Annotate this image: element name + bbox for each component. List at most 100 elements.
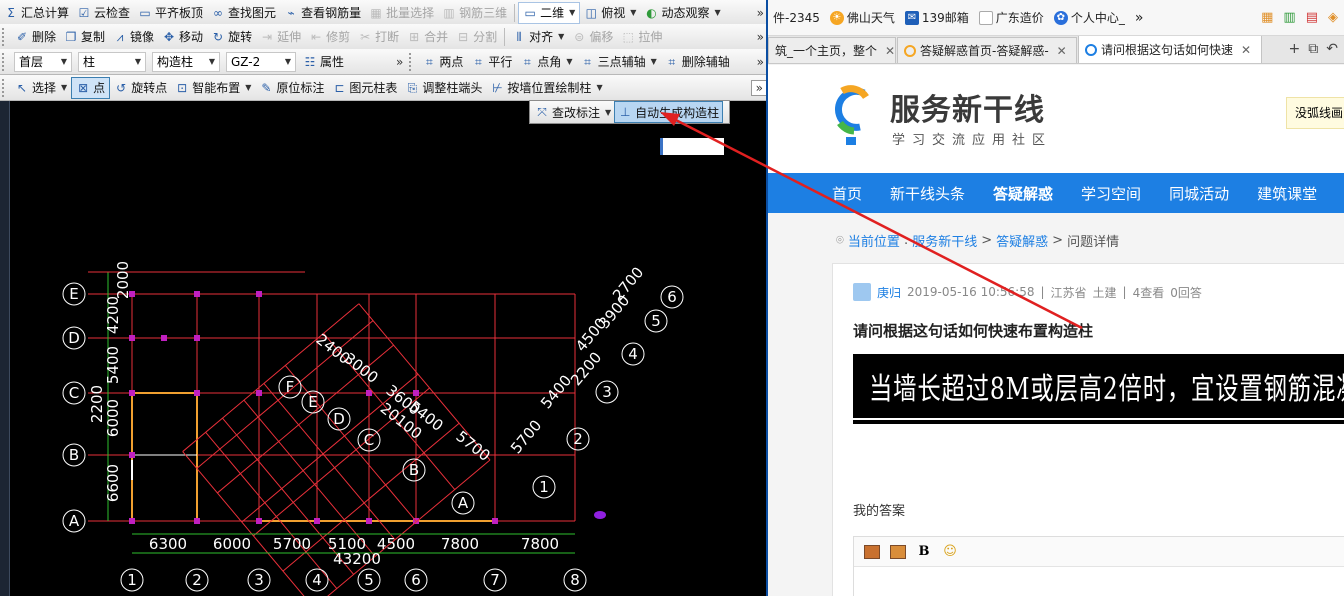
close-icon[interactable]: ✕ [1057,44,1067,58]
column-table-button[interactable]: ⊏ 图元柱表 [328,77,401,99]
delete-button[interactable]: ✐ 删除 [11,26,60,48]
apps-icon[interactable]: ▦ [1261,10,1273,25]
extend-button[interactable]: ⇥ 延伸 [256,26,305,48]
emoji-icon[interactable]: ☺ [942,544,958,559]
toolbar-grip[interactable] [409,52,415,71]
extension-icon[interactable]: ◈ [1328,10,1338,25]
bold-icon[interactable]: B [916,544,932,559]
three-point-axis-dropdown[interactable]: ⌗ 三点辅轴 ▼ [577,51,661,73]
toolbar-grip[interactable] [2,27,8,46]
chevron-down-icon: ▼ [566,57,573,66]
stretch-button[interactable]: ⬚ 拉伸 [617,26,666,48]
mirror-button[interactable]: ⩘ 镜像 [109,26,158,48]
rotate-point-button[interactable]: ↺ 旋转点 [110,77,171,99]
view-rebar-button[interactable]: ⌁ 查看钢筋量 [280,2,365,24]
image-icon[interactable] [864,544,880,559]
smart-layout-dropdown[interactable]: ⊡ 智能布置 ▼ [171,77,255,99]
rot-axis-D-label: D [333,410,345,428]
align-slab-button[interactable]: ▭ 平齐板顶 [134,2,207,24]
wall-column-dropdown[interactable]: ⊬ 按墙位置绘制柱 ▼ [486,77,606,99]
trim-button[interactable]: ⇤ 修剪 [305,26,354,48]
pdf-icon[interactable]: ▤ [1306,10,1318,25]
select-dropdown[interactable]: ↖ 选择 ▼ [11,77,71,99]
sum-calc-button[interactable]: Σ 汇总计算 [0,2,73,24]
input-box[interactable] [660,138,724,155]
close-icon[interactable]: ✕ [1241,43,1251,57]
logo-icon[interactable] [830,83,874,153]
breadcrumb-qa[interactable]: 答疑解惑 [996,231,1048,250]
question-image[interactable]: 当墙长超过8M或层高2倍时，宜设置钢筋混凝土构造 [853,354,1344,424]
drawing-canvas[interactable]: EDCBA1 2 3 4 5 6 7 8123456ABCDEF6300 6000 5700 510… [10,101,766,596]
break-button[interactable]: ✂ 打断 [354,26,403,48]
category-select[interactable]: 柱 ▼ [78,51,146,72]
find-element-button[interactable]: ∞ 查找图元 [207,2,280,24]
nav-classroom[interactable]: 建筑课堂 [1243,183,1331,204]
breadcrumb-site[interactable]: 服务新干线 [912,231,977,250]
logo-title[interactable]: 服务新干线 [890,85,1045,129]
cloud-check-button[interactable]: ☑ 云检查 [73,2,134,24]
question-author[interactable]: 庚归 [877,284,901,301]
point-button[interactable]: ⊠ 点 [71,76,111,99]
batch-select-button[interactable]: ▦ 批量选择 [365,2,438,24]
view-direction-dropdown[interactable]: ◫ 俯视 ▼ [580,2,640,24]
three-point-axis-icon: ⌗ [584,54,591,69]
merge-button[interactable]: ⊞ 合并 [403,26,452,48]
tab-zhulong[interactable]: 筑_一个主页，整个 ✕ [768,37,896,63]
rotate-button[interactable]: ↻ 旋转 [207,26,256,48]
nav-home[interactable]: 首页 [768,183,876,204]
notice-banner[interactable]: 没弧线画 [1286,97,1344,129]
view-mode-dropdown[interactable]: ▭ 二维 ▼ [518,1,581,24]
dynamic-view-dropdown[interactable]: ◐ 动态观察 ▼ [640,2,724,24]
in-place-mark-button[interactable]: ✎ 原位标注 [255,77,328,99]
fav-gd-cost[interactable]: 广东造价 [974,9,1049,26]
avatar[interactable] [853,283,871,301]
tab-list-icon[interactable]: ⧉ [1308,41,1318,57]
rot-grid-b-7 [182,451,315,596]
tab-question[interactable]: 请问根据这句话如何快速 ✕ [1078,36,1262,63]
nav-learning[interactable]: 学习空间 [1067,183,1155,204]
rot-axis-4-label: 4 [628,345,638,363]
undo-close-icon[interactable]: ↶ [1326,41,1338,57]
adjust-column-end-button[interactable]: ⎘ 调整柱端头 [401,77,486,99]
two-point-axis-button[interactable]: ⌗ 两点 [418,51,467,73]
parallel-axis-button[interactable]: ⌗ 平行 [467,51,516,73]
move-button[interactable]: ✥ 移动 [158,26,207,48]
floor-select[interactable]: 首层 ▼ [14,51,72,72]
fav-weather[interactable]: ☀ 佛山天气 [825,9,900,26]
offset-button[interactable]: ⊜ 偏移 [568,26,617,48]
tab-qa-home[interactable]: 答疑解惑首页-答疑解惑- ✕ [897,37,1077,63]
close-icon[interactable]: ✕ [885,44,895,58]
delete-axis-button[interactable]: ⌗ 删除辅轴 [661,51,734,73]
split-button[interactable]: ⊟ 分割 [452,26,501,48]
fav-2345[interactable]: 件-2345 [768,9,825,26]
fav-139mail[interactable]: ✉ 139邮箱 [900,9,974,26]
properties-button[interactable]: ☷ 属性 [299,51,348,73]
answer-label: 我的答案 [853,504,906,519]
nav-local-events[interactable]: 同城活动 [1155,183,1243,204]
point-angle-dropdown[interactable]: ⌗ 点角 ▼ [516,51,576,73]
rot-axis-6-label: 6 [667,288,677,306]
answer-editor[interactable]: B ☺ [853,536,1344,596]
nav-qa[interactable]: 答疑解惑 [979,183,1067,204]
toolbar-overflow-icon[interactable]: » [392,55,407,69]
auto-generate-column-button[interactable]: ⊥ 自动生成构造柱 [614,101,724,123]
toolbar-grip[interactable] [2,52,8,71]
reader-icon[interactable]: ▥ [1283,10,1295,25]
toolbar-grip[interactable] [2,78,8,97]
fav-personal-center[interactable]: ✿ 个人中心_ [1049,9,1130,26]
align-dropdown[interactable]: ⫴ 对齐 ▼ [508,26,568,48]
new-tab-icon[interactable]: + [1289,41,1301,57]
nav-headlines[interactable]: 新干线头条 [876,183,979,204]
site-favicon [904,44,916,57]
column-point-9 [366,390,372,396]
gallery-icon[interactable] [890,544,906,559]
chevron-down-icon: ▼ [650,57,657,66]
component-select[interactable]: GZ-2 ▼ [226,51,296,72]
check-mark-dropdown[interactable]: ⤧ 查改标注 ▼ [532,101,614,123]
favorites-overflow-icon[interactable]: » [1130,10,1149,26]
chevron-down-icon: ▼ [605,107,612,117]
element-type-select[interactable]: 构造柱 ▼ [152,51,220,72]
copy-button[interactable]: ❐ 复制 [60,26,109,48]
rebar-3d-button[interactable]: ▥ 钢筋三维 [438,2,511,24]
dim-h-2: 5700 [273,535,311,553]
